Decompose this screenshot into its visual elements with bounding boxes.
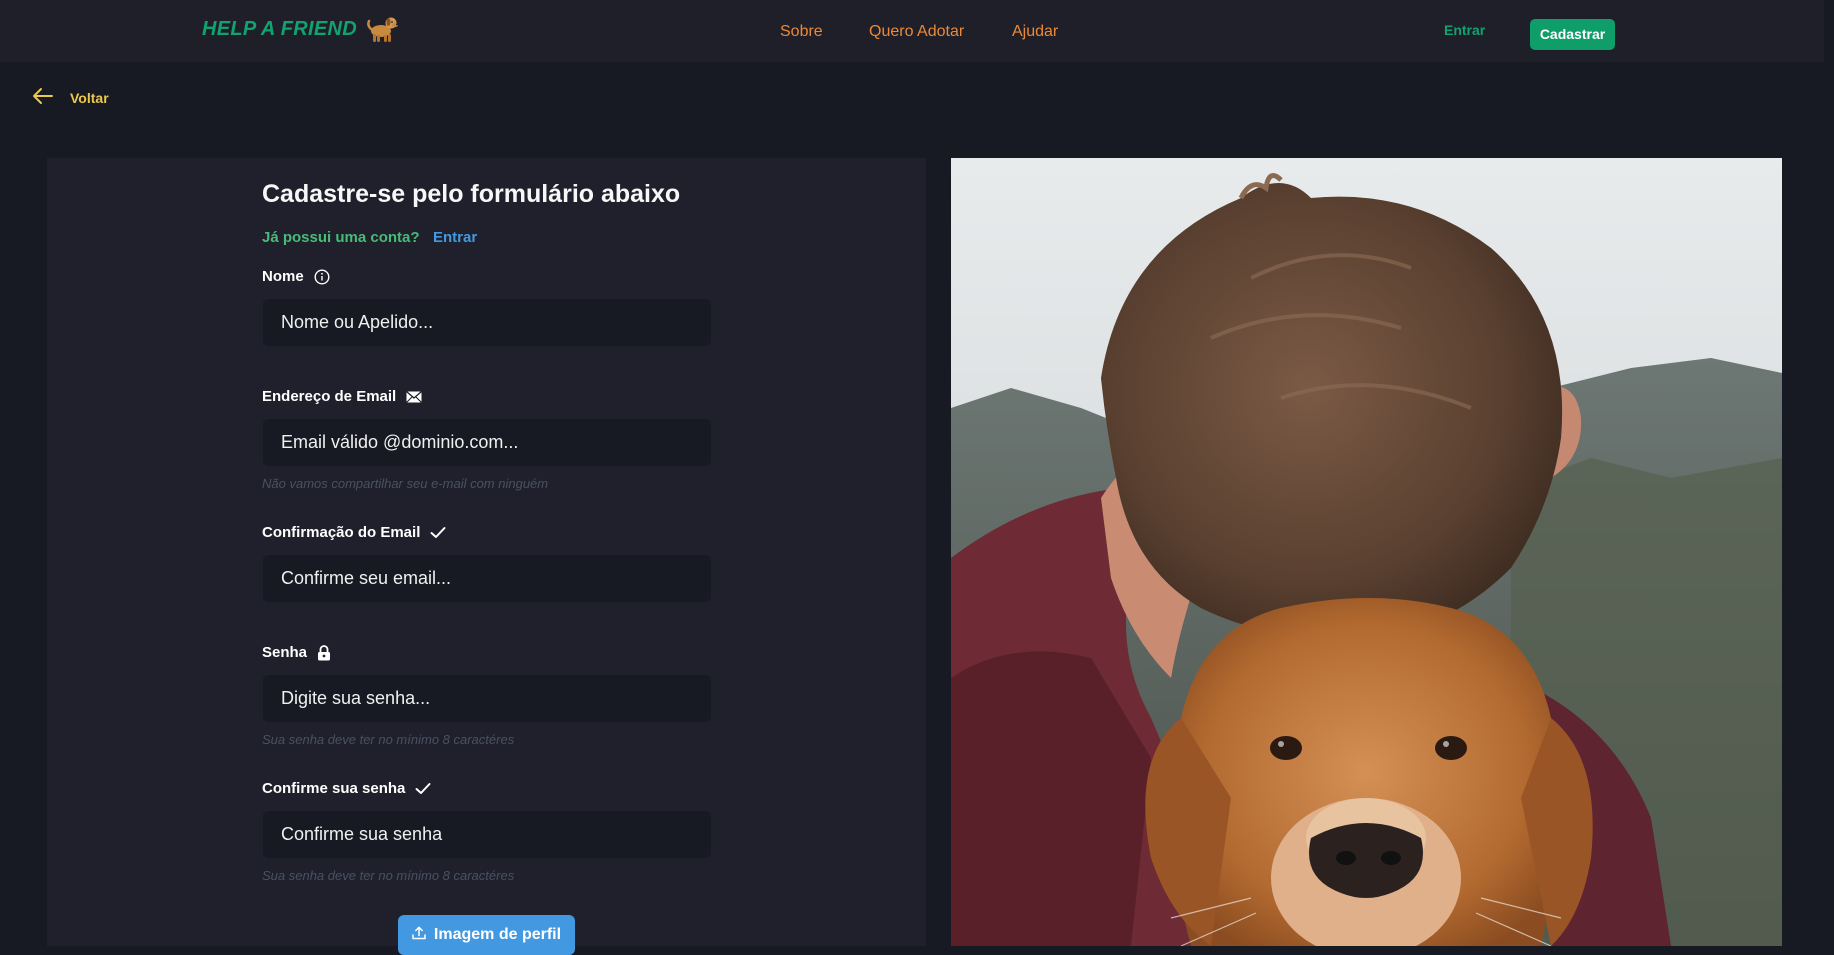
dog-icon	[366, 14, 398, 44]
name-label: Nome	[262, 268, 330, 285]
confirm-password-label-text: Confirme sua senha	[262, 780, 406, 797]
envelope-icon	[406, 390, 423, 403]
confirm-email-input[interactable]	[263, 555, 711, 602]
email-label-text: Endereço de Email	[262, 388, 397, 405]
profile-image-upload-button[interactable]: Imagem de perfil	[398, 915, 575, 955]
upload-icon	[412, 926, 434, 945]
email-input[interactable]	[263, 419, 711, 466]
confirm-email-label-text: Confirmação do Email	[262, 524, 421, 541]
arrow-left-icon	[32, 87, 54, 110]
check-icon	[430, 526, 446, 539]
password-input[interactable]	[263, 675, 711, 722]
nav-sobre[interactable]: Sobre	[780, 23, 823, 41]
top-navbar: HELP A FRIEND Sobre Quero Adotar Ajudar …	[0, 0, 1834, 62]
nav-quero-adotar[interactable]: Quero Adotar	[869, 23, 964, 41]
email-label: Endereço de Email	[262, 388, 423, 405]
form-title: Cadastre-se pelo formulário abaixo	[262, 180, 681, 208]
header-login-link[interactable]: Entrar	[1444, 22, 1485, 38]
email-hint: Não vamos compartilhar seu e-mail com ni…	[262, 476, 549, 491]
man-hugging-dog-photo	[951, 158, 1782, 946]
confirm-email-label: Confirmação do Email	[262, 524, 446, 541]
check-icon	[415, 782, 431, 795]
have-account-text: Já possui uma conta?	[262, 229, 420, 246]
nav-ajudar[interactable]: Ajudar	[1012, 23, 1058, 41]
confirm-password-input[interactable]	[263, 811, 711, 858]
upload-label: Imagem de perfil	[433, 926, 562, 943]
lock-icon	[317, 644, 331, 661]
name-input[interactable]	[263, 299, 711, 346]
password-label: Senha	[262, 644, 331, 661]
login-link[interactable]: Entrar	[433, 229, 477, 246]
password-hint: Sua senha deve ter no mínimo 8 caractére…	[262, 732, 515, 747]
back-label: Voltar	[70, 90, 109, 106]
name-label-text: Nome	[262, 268, 304, 285]
back-link[interactable]: Voltar	[32, 87, 109, 110]
confirm-password-hint: Sua senha deve ter no mínimo 8 caractére…	[262, 868, 515, 883]
page-scrollbar[interactable]	[1824, 0, 1834, 946]
confirm-password-label: Confirme sua senha	[262, 780, 431, 797]
header-signup-button[interactable]: Cadastrar	[1530, 19, 1615, 50]
password-label-text: Senha	[262, 644, 308, 661]
info-icon	[314, 268, 330, 285]
brand-logo[interactable]: HELP A FRIEND	[202, 18, 357, 41]
